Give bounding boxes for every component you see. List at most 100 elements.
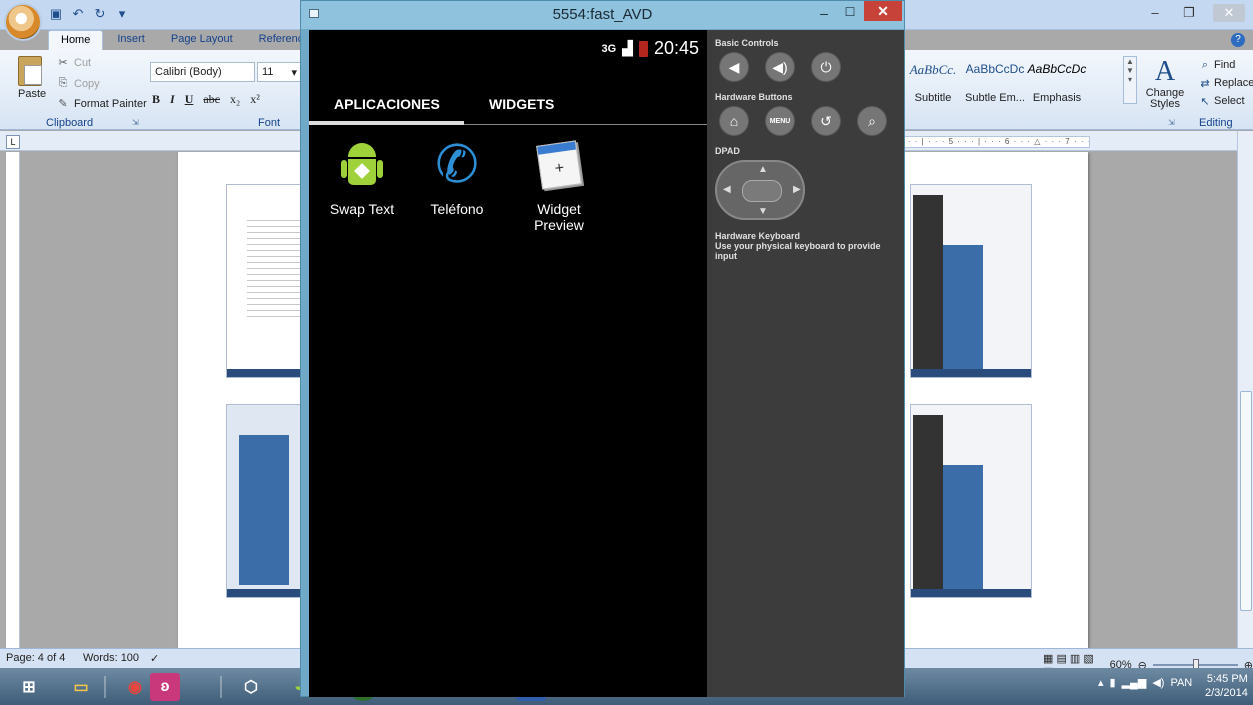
style-subtitle[interactable]: AaBbCc. Subtitle: [902, 56, 964, 106]
strikethrough-button[interactable]: abc: [203, 92, 220, 107]
virtualbox-icon[interactable]: ⬡: [236, 673, 266, 701]
italic-button[interactable]: I: [170, 92, 175, 107]
basic-controls-label: Basic Controls: [715, 38, 779, 48]
volume-down-icon[interactable]: ◀: [719, 52, 749, 82]
styles-gallery: AaBbCc. Subtitle AaBbCcDc Subtle Em... A…: [902, 56, 1088, 106]
phone-time: 20:45: [653, 38, 699, 58]
tab-widgets[interactable]: WIDGETS: [489, 86, 554, 122]
network-icon[interactable]: ▮: [1110, 676, 1116, 689]
app-drawer-tabs: APLICACIONES WIDGETS: [309, 86, 707, 126]
scroll-thumb[interactable]: [1240, 391, 1252, 611]
embedded-screenshot: [910, 404, 1032, 598]
change-styles-label: Change Styles: [1145, 87, 1185, 110]
dpad-left-icon[interactable]: ◀: [723, 184, 731, 195]
copy-button[interactable]: ⎘ Copy: [56, 77, 100, 90]
styles-scroll[interactable]: ▲ ▼ ▾: [1123, 56, 1137, 104]
select-button[interactable]: ↖ Select: [1199, 92, 1253, 110]
replace-label: Replace: [1214, 77, 1253, 89]
redo-icon[interactable]: ↻: [92, 6, 108, 22]
tray-text: PAN: [1170, 676, 1193, 689]
bold-button[interactable]: B: [152, 92, 160, 107]
styles-launcher-icon[interactable]: ⇲: [1168, 118, 1178, 128]
format-painter-button[interactable]: ✎ Format Painter: [56, 97, 147, 111]
tab-insert[interactable]: Insert: [105, 30, 157, 50]
tab-home[interactable]: Home: [48, 30, 104, 50]
paste-button[interactable]: Paste: [18, 88, 46, 100]
font-size-combo[interactable]: 11 ▾: [257, 62, 302, 82]
tray-arrow-icon[interactable]: ▴: [1098, 676, 1104, 689]
customize-qat-icon[interactable]: ▾: [114, 6, 130, 22]
widget-preview-icon: +: [529, 135, 589, 195]
format-painter-label: Format Painter: [74, 97, 147, 110]
change-styles-button[interactable]: A Change Styles: [1143, 56, 1187, 110]
emulator-minimize-button[interactable]: –: [813, 5, 835, 23]
subscript-button[interactable]: x₂: [230, 92, 240, 107]
back-icon[interactable]: ↺: [811, 106, 841, 136]
phone-screen[interactable]: 3G ▟ 20:45 APLICACIONES WIDGETS Swap Tex…: [309, 30, 707, 697]
proofing-icon[interactable]: ✓: [150, 652, 159, 665]
dpad-up-icon[interactable]: ▲: [758, 164, 768, 175]
emulator-close-button[interactable]: ✕: [864, 1, 902, 21]
scissors-icon: ✂: [58, 57, 68, 69]
app-telefono[interactable]: ✆ Teléfono: [412, 135, 502, 217]
app-label: Widget Preview: [534, 201, 584, 233]
editing-group: ⌕ Find ⇄ Replace ↖ Select: [1199, 56, 1253, 110]
home-icon[interactable]: ⌂: [719, 106, 749, 136]
clipboard-launcher-icon[interactable]: ⇲: [132, 118, 142, 128]
paste-icon[interactable]: [18, 56, 42, 86]
tab-aplicaciones[interactable]: APLICACIONES: [334, 86, 440, 122]
help-icon[interactable]: ?: [1231, 33, 1245, 47]
signal-icon[interactable]: ▂▄▆: [1122, 676, 1147, 689]
binoculars-icon: ⌕: [1201, 58, 1209, 71]
file-explorer-icon[interactable]: ▭: [66, 673, 96, 701]
emulator-title-bar[interactable]: 5554:fast_AVD – ☐ ✕: [301, 1, 904, 29]
save-icon[interactable]: ▣: [48, 6, 64, 22]
office-button[interactable]: [4, 3, 42, 41]
cut-label: Cut: [74, 56, 92, 69]
start-icon[interactable]: ⊞: [14, 673, 44, 701]
find-label: Find: [1214, 59, 1236, 71]
taskbar-clock[interactable]: 5:45 PM 2/3/2014: [1205, 672, 1248, 700]
quick-access-toolbar: ▣ ↶ ↻ ▾: [48, 6, 130, 22]
style-emphasis[interactable]: AaBbCcDc Emphasis: [1026, 56, 1088, 106]
app-swap-text[interactable]: Swap Text: [317, 135, 407, 217]
cut-button[interactable]: ✂ Cut: [56, 56, 92, 70]
font-group-caption: Font: [258, 117, 281, 129]
font-name-combo[interactable]: Calibri (Body): [150, 62, 255, 82]
select-icon: ↖: [1200, 95, 1210, 108]
tab-page-layout[interactable]: Page Layout: [159, 30, 245, 50]
keyboard-hint: Use your physical keyboard to provide in…: [715, 241, 881, 261]
style-name: Subtitle: [914, 92, 952, 104]
undo-icon[interactable]: ↶: [70, 6, 86, 22]
android-icon: [332, 135, 392, 195]
restore-button[interactable]: ❐: [1179, 4, 1199, 22]
find-button[interactable]: ⌕ Find: [1199, 56, 1253, 74]
chrome-icon[interactable]: ◉: [120, 673, 150, 701]
dpad-down-icon[interactable]: ▼: [758, 206, 768, 217]
minimize-button[interactable]: –: [1145, 4, 1165, 22]
vertical-scrollbar[interactable]: [1237, 131, 1253, 648]
dpad-center[interactable]: [742, 180, 782, 202]
underline-button[interactable]: U: [185, 92, 194, 107]
dpad[interactable]: ▲ ▼ ◀ ▶: [715, 160, 805, 220]
clock-time: 5:45 PM: [1206, 673, 1248, 685]
dpad-right-icon[interactable]: ▶: [793, 184, 801, 195]
emulator-maximize-button[interactable]: ☐: [839, 5, 861, 23]
app-icon[interactable]: ʚ: [150, 673, 180, 701]
app-widget-preview[interactable]: + Widget Preview: [514, 135, 604, 233]
style-subtle-emphasis[interactable]: AaBbCcDc Subtle Em...: [964, 56, 1026, 106]
zoom-slider[interactable]: [1152, 659, 1238, 671]
system-tray: ▴ ▮ ▂▄▆ ◀) PAN: [1098, 676, 1193, 690]
page-count[interactable]: Page: 4 of 4: [6, 652, 65, 664]
word-count[interactable]: Words: 100: [83, 652, 139, 664]
menu-button[interactable]: MENU: [765, 106, 795, 136]
volume-up-icon[interactable]: ◀): [765, 52, 795, 82]
close-button[interactable]: ✕: [1213, 4, 1245, 22]
power-icon[interactable]: ⏻: [811, 52, 841, 82]
dpad-label: DPAD: [715, 146, 740, 156]
volume-icon[interactable]: ◀): [1152, 676, 1164, 689]
replace-button[interactable]: ⇄ Replace: [1199, 74, 1253, 92]
search-icon[interactable]: ⌕: [857, 106, 887, 136]
tab-stop-selector[interactable]: L: [6, 135, 20, 149]
superscript-button[interactable]: x²: [250, 92, 260, 107]
